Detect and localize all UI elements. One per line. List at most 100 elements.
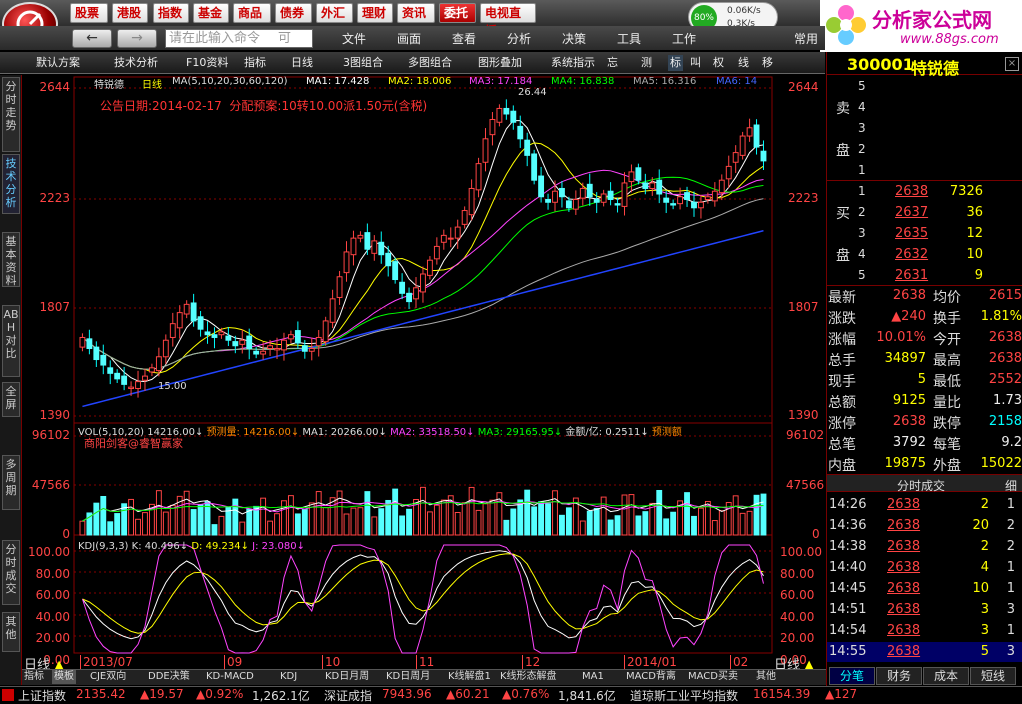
- tick-count: 2: [1006, 518, 1015, 533]
- menu-item-2[interactable]: 查看: [452, 30, 476, 47]
- bottom-tab-9[interactable]: K线形态解盘: [500, 670, 557, 684]
- ticker-name-2[interactable]: 道琼斯工业平均指数: [630, 687, 738, 704]
- volume-bar: [378, 508, 385, 536]
- volume-bar: [440, 499, 447, 536]
- command-input[interactable]: 请在此输入命令 可: [165, 29, 313, 48]
- ticker-name-0[interactable]: 上证指数: [18, 687, 66, 704]
- chart-canvas[interactable]: [22, 75, 826, 670]
- close-icon[interactable]: ×: [1005, 57, 1019, 71]
- stock-header: 300001 特锐德 ×: [827, 53, 1022, 78]
- top-button-0[interactable]: 股票: [70, 3, 108, 23]
- ticks-more[interactable]: 细: [1005, 477, 1017, 494]
- buy-price-0[interactable]: 2638: [895, 184, 928, 199]
- candle-body: [579, 187, 586, 199]
- bottom-tab-8[interactable]: K线解盘1: [448, 670, 491, 684]
- toolbar-item-1[interactable]: 技术分析: [114, 55, 158, 71]
- toolbar-item-2[interactable]: F10资料: [186, 55, 228, 71]
- left-nav-3[interactable]: ABH对比: [2, 305, 20, 377]
- top-button-3[interactable]: 基金: [193, 3, 229, 23]
- bottom-tab-4[interactable]: KD-MACD: [206, 670, 254, 684]
- x-label-6: 02: [730, 655, 748, 669]
- toolbar-item-12[interactable]: 叫: [690, 55, 701, 71]
- volume-bar: [281, 500, 287, 536]
- toolbar-item-0[interactable]: 默认方案: [36, 55, 80, 71]
- stock-code: 300001: [847, 55, 914, 74]
- right-tab-3[interactable]: 短线: [970, 667, 1016, 685]
- forward-button[interactable]: →: [117, 29, 157, 48]
- bottom-tab-7[interactable]: KD日周月: [386, 670, 430, 684]
- top-button-8[interactable]: 资讯: [397, 3, 435, 23]
- bottom-tab-5[interactable]: KDJ: [280, 670, 297, 684]
- top-button-6[interactable]: 外汇: [316, 3, 353, 23]
- toolbar-item-8[interactable]: 系统指示: [551, 55, 595, 71]
- menu-item-5[interactable]: 工具: [617, 30, 641, 47]
- menu-item-8[interactable]: 常用: [794, 30, 818, 47]
- volume-bar: [79, 520, 86, 536]
- buy-price-4[interactable]: 2631: [895, 268, 928, 283]
- menu-item-6[interactable]: 工作: [672, 30, 696, 47]
- right-tab-1[interactable]: 财务: [876, 667, 922, 685]
- command-placeholder: 请在此输入命令: [169, 31, 261, 46]
- bottom-tab-12[interactable]: MACD买卖: [688, 670, 738, 684]
- candle-body: [746, 127, 753, 137]
- candle-body: [392, 261, 399, 281]
- toolbar-item-10[interactable]: 测: [641, 55, 652, 71]
- candle-body: [281, 339, 287, 351]
- top-button-10[interactable]: 电视直播: [480, 3, 536, 38]
- left-nav-0[interactable]: 分时走势: [2, 77, 20, 152]
- menu-item-3[interactable]: 分析: [507, 30, 531, 47]
- bottom-tab-1[interactable]: 模板: [52, 670, 76, 684]
- toolbar-item-4[interactable]: 日线: [291, 55, 313, 71]
- toolbar-item-13[interactable]: 权: [713, 55, 724, 71]
- menu-item-1[interactable]: 画面: [397, 30, 421, 47]
- toolbar-item-3[interactable]: 指标: [244, 55, 266, 71]
- sell-level-1: 4: [858, 100, 866, 114]
- bottom-tab-13[interactable]: 其他: [756, 670, 776, 684]
- top-button-7[interactable]: 理财: [357, 3, 393, 23]
- toolbar-item-6[interactable]: 多图组合: [408, 55, 452, 71]
- toolbar-item-15[interactable]: 移: [762, 55, 773, 71]
- left-nav-1[interactable]: 技术分析: [2, 154, 20, 214]
- tick-time: 14:36: [829, 518, 867, 533]
- top-button-5[interactable]: 债券: [275, 3, 312, 23]
- bottom-tab-6[interactable]: KD日月周: [325, 670, 369, 684]
- back-button[interactable]: ←: [72, 29, 112, 48]
- top-button-4[interactable]: 商品: [233, 3, 271, 23]
- bottom-tab-3[interactable]: DDE决策: [148, 670, 190, 684]
- left-nav-6[interactable]: 分时成交: [2, 540, 20, 605]
- ma-legend-5: MA6: 14: [716, 76, 758, 87]
- tick-volume: 2: [980, 497, 989, 512]
- menu-item-0[interactable]: 文件: [342, 30, 366, 47]
- right-tab-0[interactable]: 分笔: [829, 667, 875, 685]
- toolbar-item-9[interactable]: 忘: [607, 55, 618, 71]
- left-nav-5[interactable]: 多周期: [2, 455, 20, 510]
- buy-price-1[interactable]: 2637: [895, 205, 928, 220]
- bottom-tab-10[interactable]: MA1: [582, 670, 604, 684]
- volume-bar: [114, 513, 121, 536]
- toolbar-item-7[interactable]: 图形叠加: [478, 55, 522, 71]
- top-button-2[interactable]: 指数: [153, 3, 189, 23]
- volume-bar: [503, 519, 510, 536]
- top-button-9[interactable]: 委托: [439, 3, 476, 23]
- left-nav-4[interactable]: 全屏: [2, 382, 20, 417]
- volume-bar: [670, 511, 677, 536]
- right-tab-2[interactable]: 成本: [923, 667, 969, 685]
- left-nav-2[interactable]: 基本资料: [2, 232, 20, 287]
- bottom-tab-2[interactable]: CJE双向: [90, 670, 126, 684]
- bottom-tab-11[interactable]: MACD背离: [626, 670, 676, 684]
- vol-label-right-top: 96102: [786, 428, 825, 442]
- ticker-name-1[interactable]: 深证成指: [324, 687, 372, 704]
- toolbar-item-11[interactable]: 标: [668, 55, 683, 71]
- bottom-tab-0[interactable]: 指标: [24, 670, 44, 684]
- toolbar-item-5[interactable]: 3图组合: [343, 55, 383, 71]
- toolbar-item-14[interactable]: 线: [738, 55, 749, 71]
- tick-volume: 2: [980, 539, 989, 554]
- top-button-1[interactable]: 港股: [112, 3, 148, 23]
- candle-body: [232, 341, 239, 347]
- menu-item-4[interactable]: 决策: [562, 30, 586, 47]
- left-nav-7[interactable]: 其他: [2, 612, 20, 652]
- buy-price-3[interactable]: 2632: [895, 247, 928, 262]
- ma-legend-3: MA4: 16.838: [551, 76, 615, 87]
- buy-price-2[interactable]: 2635: [895, 226, 928, 241]
- candle-body: [628, 171, 635, 183]
